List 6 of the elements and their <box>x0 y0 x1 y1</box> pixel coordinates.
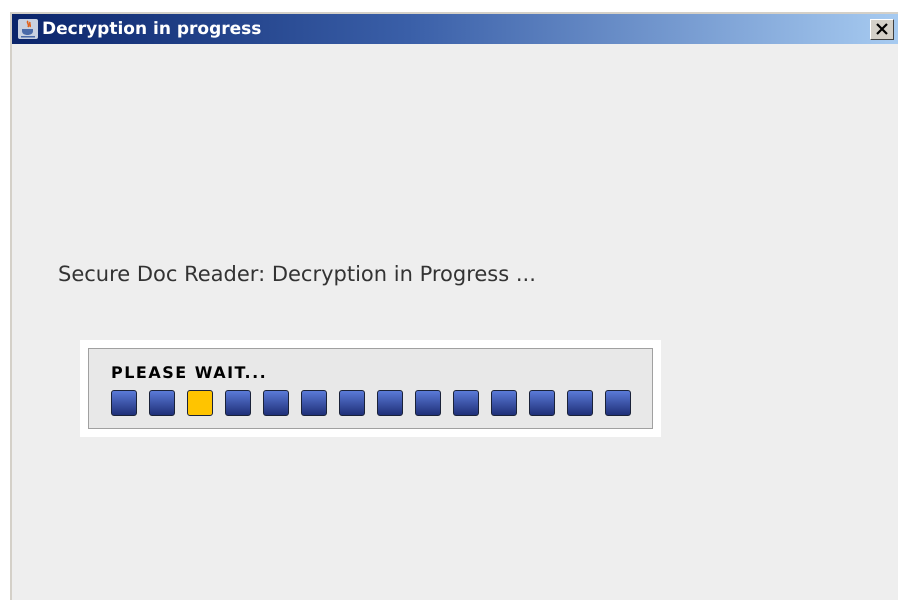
close-button[interactable] <box>870 18 894 40</box>
wait-label: PLEASE WAIT... <box>111 363 268 382</box>
status-message: Secure Doc Reader: Decryption in Progress ... <box>58 262 537 286</box>
coffee-cup-icon <box>18 19 38 39</box>
window-title: Decryption in progress <box>42 19 262 39</box>
close-icon <box>876 23 888 35</box>
